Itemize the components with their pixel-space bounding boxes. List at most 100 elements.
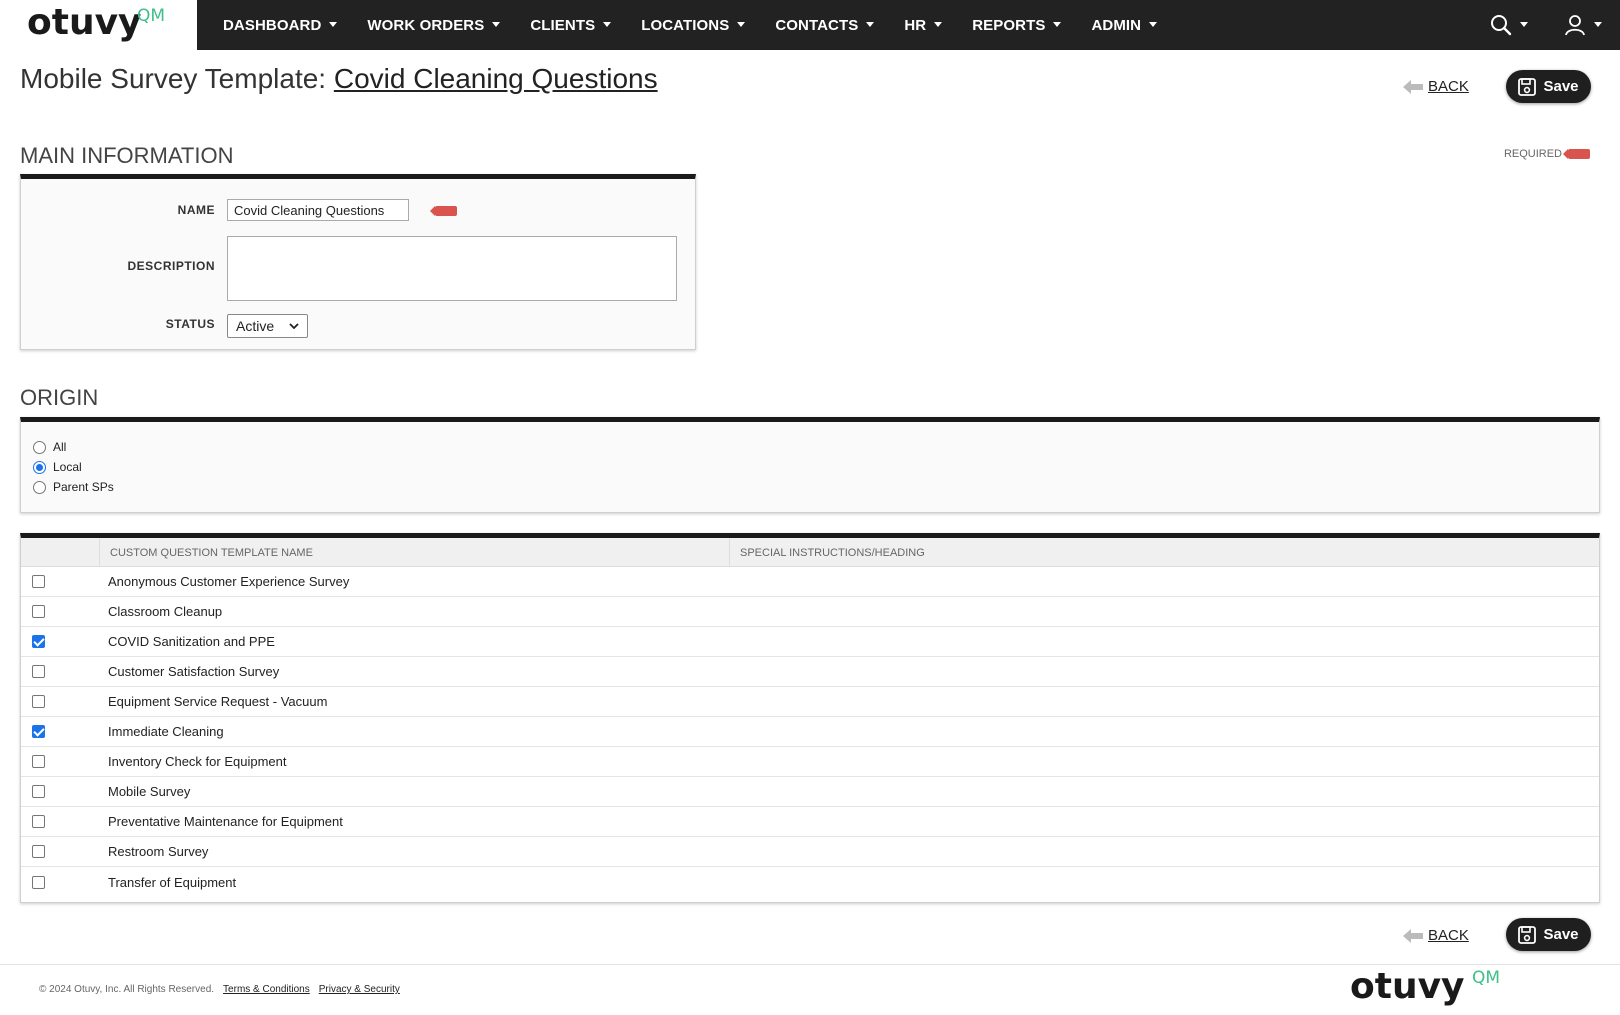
user-menu[interactable] [1546, 0, 1620, 50]
row-checkbox[interactable] [32, 755, 45, 768]
row-checkbox[interactable] [32, 875, 45, 889]
brand-logo-text: otuvy [27, 2, 142, 43]
row-checkbox[interactable] [32, 845, 45, 858]
caret-down-icon [329, 21, 338, 27]
column-header-special-instructions[interactable]: SPECIAL INSTRUCTIONS/HEADING [729, 538, 1599, 567]
caret-down-icon [737, 21, 746, 27]
nav-clients[interactable]: CLIENTS [515, 0, 626, 50]
table-header: CUSTOM QUESTION TEMPLATE NAME SPECIAL IN… [21, 538, 1599, 567]
caret-down-icon [934, 21, 943, 27]
nav-reports-label: REPORTS [972, 16, 1046, 34]
row-checkbox[interactable] [32, 665, 45, 678]
description-textarea[interactable] [227, 236, 677, 301]
row-template-name: COVID Sanitization and PPE [108, 634, 275, 649]
table-row: Equipment Service Request - Vacuum [21, 687, 1599, 717]
row-checkbox[interactable] [32, 725, 45, 738]
page-title-prefix: Mobile Survey Template: [20, 63, 327, 94]
arrow-left-icon [1403, 79, 1423, 94]
save-button-bottom[interactable]: Save [1506, 918, 1591, 951]
nav-reports[interactable]: REPORTS [957, 0, 1076, 50]
description-label: DESCRIPTION [127, 259, 215, 273]
save-button-top[interactable]: Save [1506, 70, 1591, 103]
chevron-down-icon [289, 323, 299, 330]
caret-down-icon [1594, 21, 1602, 27]
table-row: COVID Sanitization and PPE [21, 627, 1599, 657]
page-title: Mobile Survey Template: Covid Cleaning Q… [20, 63, 658, 95]
row-checkbox[interactable] [32, 575, 45, 588]
table-row: Anonymous Customer Experience Survey [21, 567, 1599, 597]
caret-down-icon [1149, 21, 1158, 27]
required-legend-label: REQUIRED [1503, 148, 1562, 160]
page-title-template-name[interactable]: Covid Cleaning Questions [334, 63, 658, 94]
nav-work-orders[interactable]: WORK ORDERS [352, 0, 515, 50]
row-template-name: Equipment Service Request - Vacuum [108, 694, 328, 709]
row-template-name: Mobile Survey [108, 784, 191, 799]
column-header-template-name[interactable]: CUSTOM QUESTION TEMPLATE NAME [99, 538, 729, 567]
table-row: Customer Satisfaction Survey [21, 657, 1599, 687]
search-menu[interactable] [1472, 0, 1546, 50]
caret-down-icon [603, 21, 612, 27]
radio-local[interactable] [33, 460, 46, 474]
back-link-top[interactable]: BACK [1403, 78, 1469, 95]
row-template-name: Inventory Check for Equipment [108, 754, 287, 769]
row-template-name: Classroom Cleanup [108, 604, 223, 619]
brand-logo-suffix: QM [137, 6, 166, 26]
row-template-name: Transfer of Equipment [108, 874, 237, 890]
origin-option-label: Local [53, 460, 82, 474]
nav-admin-label: ADMIN [1091, 16, 1142, 34]
terms-link[interactable]: Terms & Conditions [223, 984, 310, 995]
origin-option-all[interactable]: All [33, 440, 66, 454]
nav-dashboard[interactable]: DASHBOARD [208, 0, 352, 50]
footer-divider [0, 964, 1620, 965]
row-checkbox[interactable] [32, 695, 45, 708]
row-template-name: Customer Satisfaction Survey [108, 664, 280, 679]
row-template-name: Restroom Survey [108, 844, 209, 859]
origin-option-label: All [53, 440, 67, 454]
row-checkbox[interactable] [32, 815, 45, 828]
save-button-label: Save [1543, 78, 1579, 95]
floppy-disk-icon [1518, 925, 1537, 944]
origin-option-parent-sps[interactable]: Parent SPs [33, 480, 114, 494]
row-checkbox[interactable] [32, 785, 45, 798]
radio-parent-sps[interactable] [33, 480, 46, 494]
privacy-link[interactable]: Privacy & Security [319, 984, 400, 995]
nav-contacts-label: CONTACTS [775, 16, 859, 34]
footer: © 2024 Otuvy, Inc. All Rights Reserved. … [39, 984, 400, 995]
save-button-label: Save [1543, 926, 1579, 943]
copyright-text: © 2024 Otuvy, Inc. All Rights Reserved. [39, 984, 215, 995]
nav-hr[interactable]: HR [889, 0, 957, 50]
row-checkbox[interactable] [32, 635, 45, 648]
floppy-disk-icon [1518, 77, 1537, 96]
user-icon [1565, 15, 1585, 36]
search-icon [1491, 15, 1512, 36]
question-templates-table: CUSTOM QUESTION TEMPLATE NAME SPECIAL IN… [20, 533, 1600, 903]
table-row: Preventative Maintenance for Equipment [21, 807, 1599, 837]
nav-dashboard-label: DASHBOARD [223, 16, 322, 34]
nav-hr-label: HR [904, 16, 927, 34]
table-row: Mobile Survey [21, 777, 1599, 807]
main-information-panel: NAME DESCRIPTION STATUS Active [20, 174, 696, 350]
name-input[interactable] [227, 199, 409, 221]
nav-right-tools [1472, 0, 1620, 50]
caret-down-icon [866, 21, 875, 27]
origin-panel: All Local Parent SPs [20, 417, 1600, 513]
back-link-label: BACK [1428, 927, 1469, 944]
nav-admin[interactable]: ADMIN [1076, 0, 1172, 50]
origin-option-local[interactable]: Local [33, 460, 82, 474]
status-label: STATUS [165, 317, 215, 331]
row-checkbox[interactable] [32, 605, 45, 618]
back-link-bottom[interactable]: BACK [1403, 927, 1469, 944]
radio-all[interactable] [33, 440, 46, 454]
required-tag-icon [430, 206, 457, 216]
required-tag-icon [1563, 149, 1590, 159]
footer-brand-logo: otuvy QM [1350, 966, 1500, 1007]
status-select[interactable]: Active [227, 314, 308, 338]
nav-locations[interactable]: LOCATIONS [626, 0, 760, 50]
main-information-heading: MAIN INFORMATION [20, 143, 234, 168]
logo-container: otuvy QM [0, 0, 197, 50]
caret-down-icon [1520, 21, 1528, 27]
main-nav: DASHBOARD WORK ORDERS CLIENTS LOCATIONS … [208, 0, 1172, 50]
brand-logo[interactable]: otuvy QM [27, 2, 165, 48]
nav-contacts[interactable]: CONTACTS [760, 0, 889, 50]
table-row: Restroom Survey [21, 837, 1599, 867]
